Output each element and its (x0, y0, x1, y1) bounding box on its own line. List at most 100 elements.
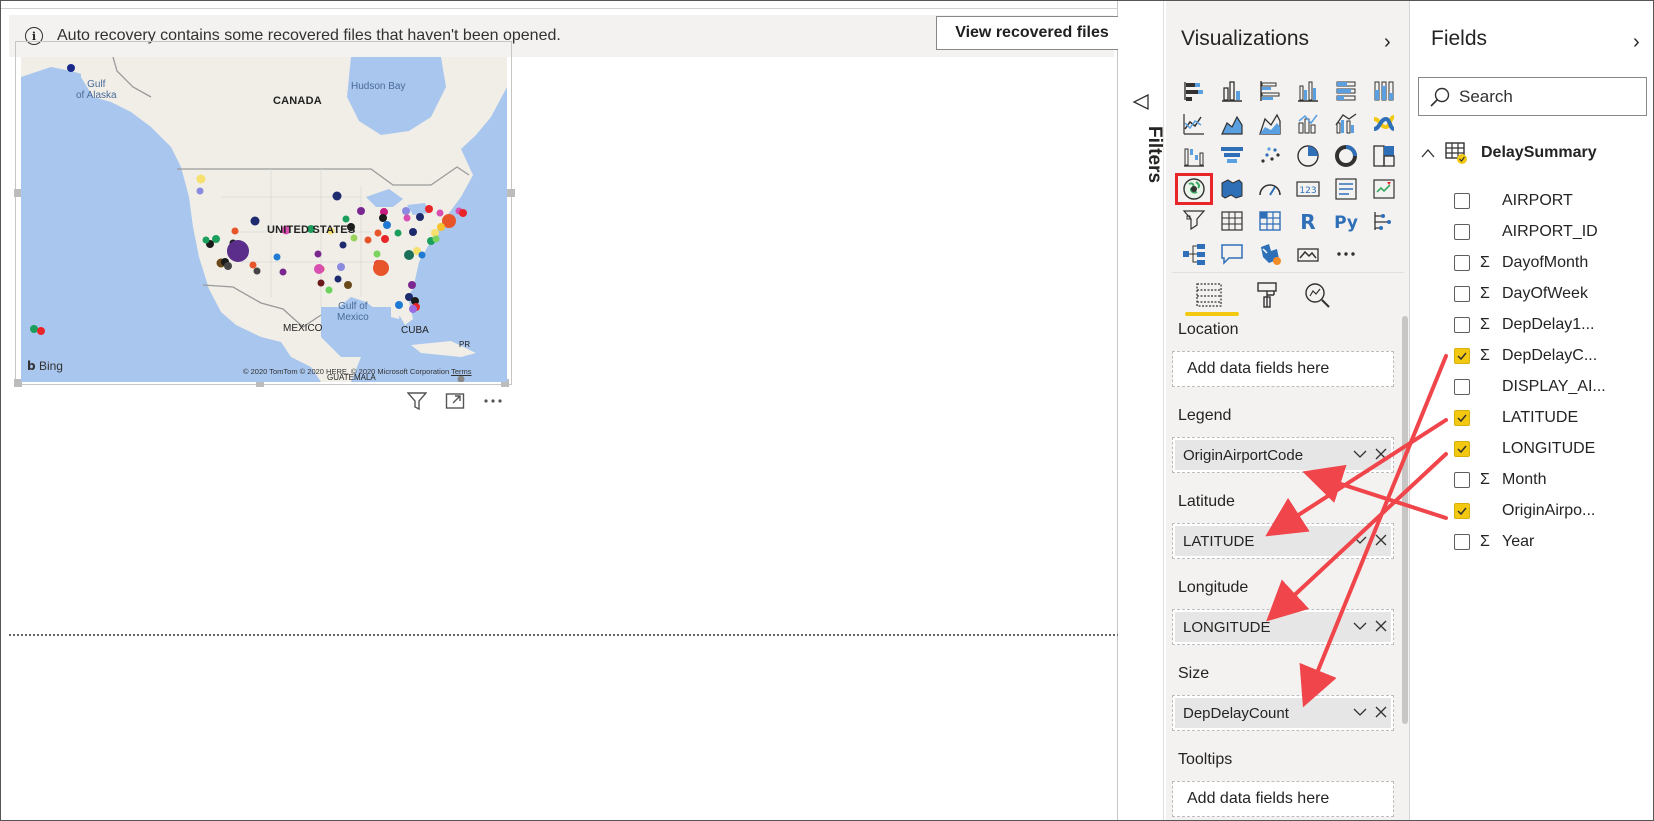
field-item[interactable]: LONGITUDE (1454, 437, 1644, 461)
field-checkbox[interactable] (1454, 193, 1470, 209)
card-visual-icon[interactable]: 123 (1289, 173, 1327, 205)
field-item[interactable]: LATITUDE (1454, 406, 1644, 430)
field-checkbox-checked[interactable] (1454, 348, 1470, 364)
chevron-down-icon[interactable] (1353, 705, 1367, 719)
table-node-delaysummary[interactable]: DelaySummary (1421, 141, 1597, 165)
well-size[interactable]: DepDelayCount (1172, 695, 1394, 731)
kpi-visual-icon[interactable] (1365, 173, 1403, 205)
chevron-down-icon[interactable] (1353, 447, 1367, 461)
donut-visual-icon[interactable] (1327, 140, 1365, 172)
field-item[interactable]: OriginAirpo... (1454, 499, 1644, 523)
funnel-visual-icon[interactable] (1213, 140, 1251, 172)
line-clustered-visual-icon[interactable] (1327, 108, 1365, 140)
field-item[interactable]: Σ Month (1454, 468, 1644, 492)
field-item[interactable]: Σ DepDelay1... (1454, 313, 1644, 337)
focus-mode-icon[interactable] (445, 391, 465, 411)
table-visual-icon[interactable] (1213, 205, 1251, 237)
map-label-canada: CANADA (273, 95, 322, 107)
filters-pane-collapsed[interactable]: Filters (1118, 1, 1165, 820)
view-recovered-files-button[interactable]: View recovered files (936, 16, 1128, 50)
area-visual-icon[interactable] (1213, 108, 1251, 140)
multirow-card-visual-icon[interactable] (1327, 173, 1365, 205)
shape-map-visual-icon[interactable] (1251, 238, 1289, 270)
field-checkbox-checked[interactable] (1454, 441, 1470, 457)
field-item[interactable]: AIRPORT (1454, 189, 1644, 213)
stacked-area-visual-icon[interactable] (1251, 108, 1289, 140)
arcgis-visual-icon[interactable] (1289, 238, 1327, 270)
slicer-visual-icon[interactable] (1175, 205, 1213, 237)
python-visual-visual-icon[interactable]: Py (1327, 205, 1365, 237)
map-label-united-states: UNITED STATES (267, 224, 356, 236)
terms-link[interactable]: Terms (451, 367, 471, 376)
remove-field-icon[interactable] (1375, 533, 1387, 547)
scatter-visual-icon[interactable] (1251, 140, 1289, 172)
r-visual-visual-icon[interactable]: R (1289, 205, 1327, 237)
fields-search-input[interactable] (1459, 86, 1639, 107)
ribbon-visual-icon[interactable] (1365, 108, 1403, 140)
decomposition-tree-visual-icon[interactable] (1175, 238, 1213, 270)
well-legend[interactable]: OriginAirportCode (1172, 437, 1394, 473)
100-bar-visual-icon[interactable] (1327, 75, 1365, 107)
key-influencers-visual-icon[interactable] (1365, 205, 1403, 237)
field-checkbox[interactable] (1454, 224, 1470, 240)
field-checkbox-checked[interactable] (1454, 410, 1470, 426)
well-tooltips-dropzone[interactable]: Add data fields here (1172, 781, 1394, 817)
remove-field-icon[interactable] (1375, 619, 1387, 633)
line-visual-icon[interactable] (1175, 108, 1213, 140)
field-checkbox[interactable] (1454, 534, 1470, 550)
field-checkbox[interactable] (1454, 472, 1470, 488)
field-item[interactable]: DISPLAY_AI... (1454, 375, 1644, 399)
remove-field-icon[interactable] (1375, 447, 1387, 461)
100-column-visual-icon[interactable] (1365, 75, 1403, 107)
filled-map-visual-icon[interactable] (1213, 173, 1251, 205)
well-location-dropzone[interactable]: Add data fields here (1172, 351, 1394, 387)
chevron-down-icon[interactable] (1353, 533, 1367, 547)
field-item[interactable]: Σ Year (1454, 530, 1644, 554)
stacked-bar-visual-icon[interactable] (1175, 75, 1213, 107)
svg-text:R: R (1300, 210, 1315, 234)
gallery-separator (1172, 272, 1404, 273)
chevron-down-icon[interactable] (1353, 619, 1367, 633)
resize-handle-right[interactable] (507, 189, 515, 197)
field-checkbox-checked[interactable] (1454, 503, 1470, 519)
chevron-up-icon[interactable] (1421, 148, 1435, 158)
field-item[interactable]: Σ DayOfWeek (1454, 282, 1644, 306)
visualizations-collapse-chevron-icon[interactable]: › (1384, 31, 1391, 54)
stacked-column-visual-icon[interactable] (1213, 75, 1251, 107)
well-latitude[interactable]: LATITUDE (1172, 523, 1394, 559)
map-label-hudson-bay: Hudson Bay (351, 81, 406, 92)
format-paint-roller-icon[interactable] (1251, 280, 1283, 310)
field-checkbox[interactable] (1454, 286, 1470, 302)
field-checkbox[interactable] (1454, 317, 1470, 333)
matrix-visual-icon[interactable] (1251, 205, 1289, 237)
wells-scrollbar[interactable] (1402, 316, 1408, 724)
field-checkbox[interactable] (1454, 255, 1470, 271)
map-label-gulf-mexico: Gulf of Mexico (337, 301, 369, 323)
more-options-icon[interactable] (483, 391, 503, 411)
analytics-magnifier-icon[interactable] (1301, 280, 1333, 310)
filter-icon[interactable] (407, 391, 427, 411)
waterfall-visual-icon[interactable] (1175, 140, 1213, 172)
remove-field-icon[interactable] (1375, 705, 1387, 719)
report-canvas[interactable]: i Auto recovery contains some recovered … (1, 1, 1157, 820)
fields-collapse-chevron-icon[interactable]: › (1633, 31, 1640, 54)
more-visual-icon[interactable] (1327, 238, 1365, 270)
map-visual[interactable]: Gulf of Alaska Hudson Bay CANADA UNITED … (21, 57, 507, 382)
well-longitude[interactable]: LONGITUDE (1172, 609, 1394, 645)
field-item[interactable]: Σ DepDelayC... (1454, 344, 1644, 368)
field-checkbox[interactable] (1454, 379, 1470, 395)
fields-tab-icon[interactable] (1193, 280, 1225, 310)
pane-tabs (1175, 276, 1375, 316)
clustered-bar-visual-icon[interactable] (1251, 75, 1289, 107)
map-visual-icon[interactable] (1175, 172, 1213, 205)
pie-visual-icon[interactable] (1289, 140, 1327, 172)
field-name: DepDelayC... (1502, 347, 1598, 364)
treemap-visual-icon[interactable] (1365, 140, 1403, 172)
line-column-visual-icon[interactable] (1289, 108, 1327, 140)
fields-search-box[interactable] (1418, 77, 1647, 116)
field-item[interactable]: AIRPORT_ID (1454, 220, 1644, 244)
gauge-visual-icon[interactable] (1251, 173, 1289, 205)
field-item[interactable]: Σ DayofMonth (1454, 251, 1644, 275)
qa-visual-icon[interactable] (1213, 238, 1251, 270)
clustered-column-visual-icon[interactable] (1289, 75, 1327, 107)
